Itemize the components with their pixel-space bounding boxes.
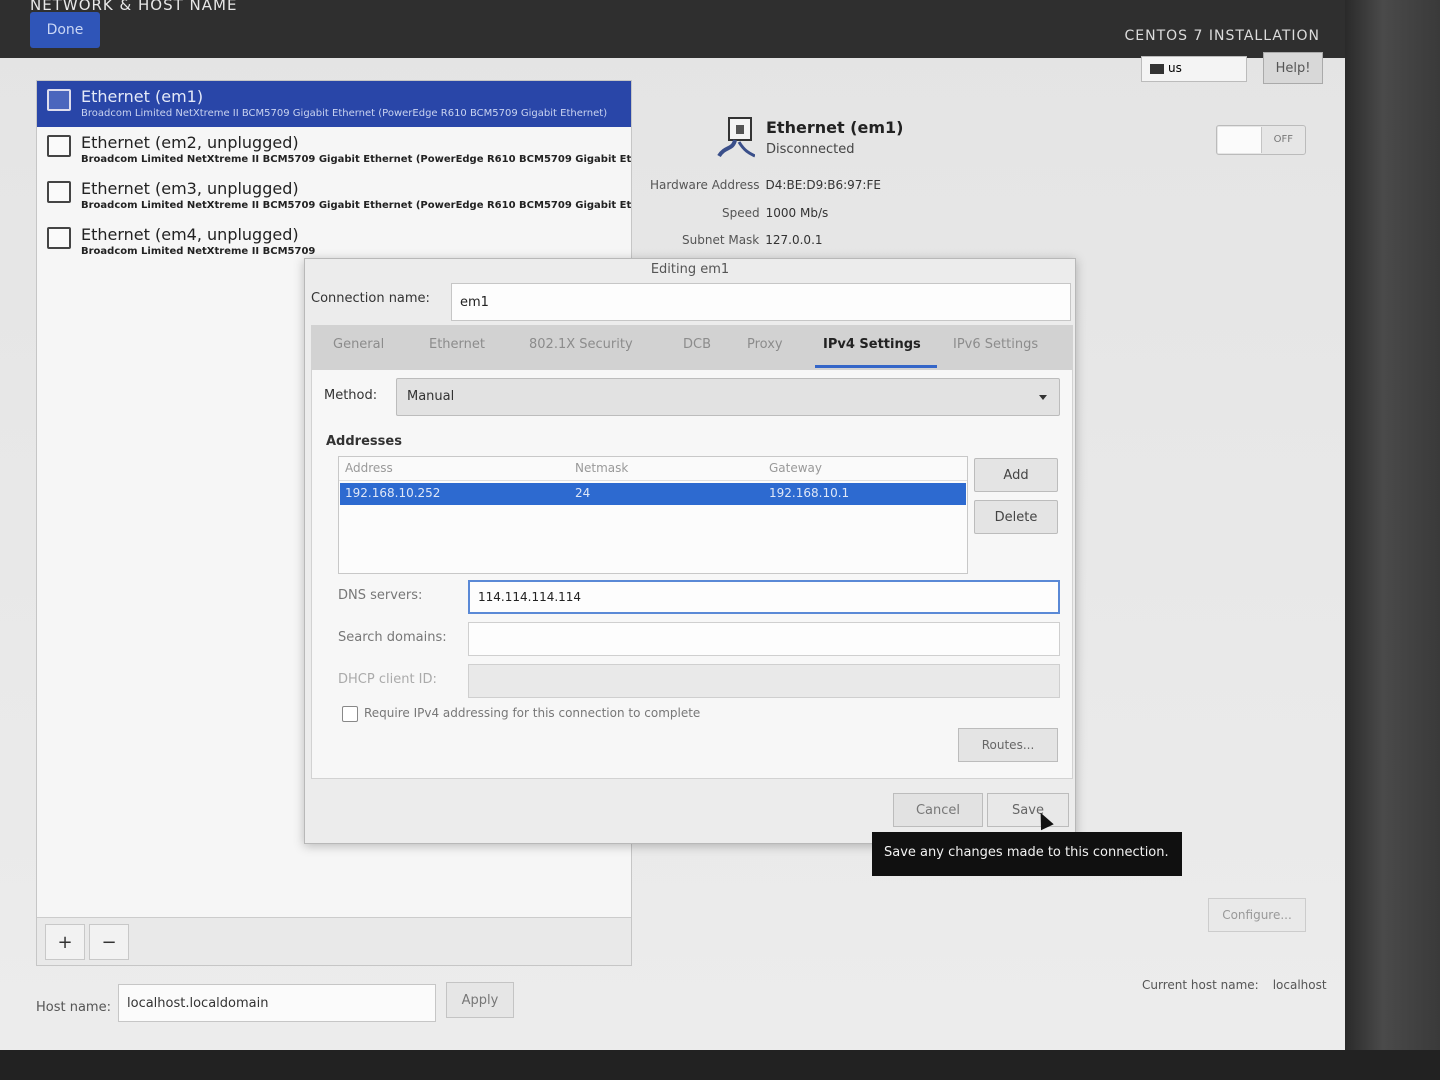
addresses-heading: Addresses xyxy=(326,434,402,449)
subnet-mask-row: Subnet Mask 127.0.0.1 xyxy=(682,233,823,247)
save-button[interactable]: Save xyxy=(987,793,1069,827)
search-domains-input[interactable] xyxy=(468,622,1060,656)
tab-ipv4-settings[interactable]: IPv4 Settings xyxy=(823,337,921,352)
device-item-em1[interactable]: Ethernet (em1) Broadcom Limited NetXtrem… xyxy=(37,81,631,127)
dhcp-client-id-input xyxy=(468,664,1060,698)
current-host-label: Current host name: xyxy=(1142,978,1259,992)
speed-value: 1000 Mb/s xyxy=(765,206,829,220)
host-name-input[interactable] xyxy=(118,984,436,1022)
gateway-cell: 192.168.10.1 xyxy=(769,486,850,500)
tab-dcb[interactable]: DCB xyxy=(683,337,711,352)
method-dropdown[interactable]: Manual xyxy=(396,378,1060,416)
device-description: Broadcom Limited NetXtreme II BCM5709 Gi… xyxy=(81,108,608,119)
subnet-mask-label: Subnet Mask xyxy=(682,233,760,247)
device-list-toolbar: + − xyxy=(37,917,631,965)
cancel-button[interactable]: Cancel xyxy=(893,793,983,827)
save-tooltip: Save any changes made to this connection… xyxy=(872,832,1182,876)
device-name: Ethernet (em1) xyxy=(81,87,204,106)
address-cell: 192.168.10.252 xyxy=(345,486,441,500)
monitor-bezel-bottom xyxy=(0,1050,1440,1080)
toggle-state-label: OFF xyxy=(1273,134,1293,145)
done-button[interactable]: Done xyxy=(30,12,100,48)
table-row[interactable]: 192.168.10.252 24 192.168.10.1 xyxy=(340,483,966,505)
device-description: Broadcom Limited NetXtreme II BCM5709 xyxy=(81,246,316,257)
device-item-em3[interactable]: Ethernet (em3, unplugged) Broadcom Limit… xyxy=(37,173,631,219)
device-detail-name: Ethernet (em1) xyxy=(766,118,904,137)
tab-proxy[interactable]: Proxy xyxy=(747,337,783,352)
current-host-value: localhost xyxy=(1272,978,1327,992)
device-name: Ethernet (em4, unplugged) xyxy=(81,225,299,244)
table-header: Address Netmask Gateway xyxy=(339,457,967,481)
search-domains-label: Search domains: xyxy=(338,630,447,645)
require-ipv4-label[interactable]: Require IPv4 addressing for this connect… xyxy=(364,706,700,720)
routes-button[interactable]: Routes... xyxy=(958,728,1058,762)
dns-servers-input[interactable] xyxy=(468,580,1060,614)
keyboard-layout-label: us xyxy=(1168,61,1182,75)
edit-connection-dialog: Editing em1 Connection name: General Eth… xyxy=(304,258,1076,844)
device-description: Broadcom Limited NetXtreme II BCM5709 Gi… xyxy=(81,154,631,165)
add-address-button[interactable]: Add xyxy=(974,458,1058,492)
settings-tabs: General Ethernet 802.1X Security DCB Pro… xyxy=(311,325,1073,369)
chevron-down-icon xyxy=(1039,395,1047,400)
active-tab-indicator xyxy=(815,365,937,368)
require-ipv4-checkbox[interactable] xyxy=(342,706,358,722)
connection-name-label: Connection name: xyxy=(311,291,430,306)
tab-ipv6-settings[interactable]: IPv6 Settings xyxy=(953,337,1038,352)
device-detail-status: Disconnected xyxy=(766,142,855,157)
delete-address-button[interactable]: Delete xyxy=(974,500,1058,534)
netmask-cell: 24 xyxy=(575,486,591,500)
ethernet-icon xyxy=(47,181,71,203)
tab-8021x-security[interactable]: 802.1X Security xyxy=(529,337,633,352)
device-name: Ethernet (em3, unplugged) xyxy=(81,179,299,198)
current-host-name: Current host name: localhost xyxy=(1142,978,1327,992)
monitor-bezel-right xyxy=(1345,0,1440,1080)
column-address: Address xyxy=(345,461,393,475)
ethernet-cable-icon xyxy=(717,117,755,158)
keyboard-layout-indicator[interactable]: us xyxy=(1141,56,1247,82)
apply-button[interactable]: Apply xyxy=(446,982,514,1018)
speed-row: Speed 1000 Mb/s xyxy=(722,206,828,220)
ethernet-icon xyxy=(47,135,71,157)
addresses-table: Address Netmask Gateway 192.168.10.252 2… xyxy=(338,456,968,574)
dialog-title: Editing em1 xyxy=(650,262,730,277)
keyboard-icon xyxy=(1150,63,1164,74)
configure-button[interactable]: Configure... xyxy=(1208,898,1306,932)
speed-label: Speed xyxy=(722,206,760,220)
hardware-address-row: Hardware Address D4:BE:D9:B6:97:FE xyxy=(650,178,881,192)
column-netmask: Netmask xyxy=(575,461,629,475)
column-gateway: Gateway xyxy=(769,461,823,475)
hardware-address-value: D4:BE:D9:B6:97:FE xyxy=(765,178,881,192)
method-value: Manual xyxy=(407,389,455,404)
connection-name-input[interactable] xyxy=(451,283,1071,321)
ethernet-icon xyxy=(47,89,71,111)
remove-device-button[interactable]: − xyxy=(89,924,129,960)
toggle-knob xyxy=(1218,127,1262,153)
method-label: Method: xyxy=(324,388,378,403)
device-description: Broadcom Limited NetXtreme II BCM5709 Gi… xyxy=(81,200,631,211)
installer-screen: NETWORK & HOST NAME Done CENTOS 7 INSTAL… xyxy=(0,0,1345,1052)
host-name-label: Host name: xyxy=(36,1000,111,1015)
device-item-em2[interactable]: Ethernet (em2, unplugged) Broadcom Limit… xyxy=(37,127,631,173)
dns-servers-label: DNS servers: xyxy=(338,588,423,603)
add-device-button[interactable]: + xyxy=(45,924,85,960)
ipv4-settings-panel: Method: Manual Addresses Address Netmask… xyxy=(311,369,1073,779)
dhcp-client-id-label: DHCP client ID: xyxy=(338,672,437,687)
subnet-mask-value: 127.0.0.1 xyxy=(765,233,823,247)
device-power-toggle[interactable]: OFF xyxy=(1216,125,1306,155)
hardware-address-label: Hardware Address xyxy=(650,178,760,192)
installation-title: CENTOS 7 INSTALLATION xyxy=(1124,28,1320,44)
tab-ethernet[interactable]: Ethernet xyxy=(429,337,485,352)
device-name: Ethernet (em2, unplugged) xyxy=(81,133,299,152)
ethernet-icon xyxy=(47,227,71,249)
tab-general[interactable]: General xyxy=(333,337,384,352)
help-button[interactable]: Help! xyxy=(1263,52,1323,84)
